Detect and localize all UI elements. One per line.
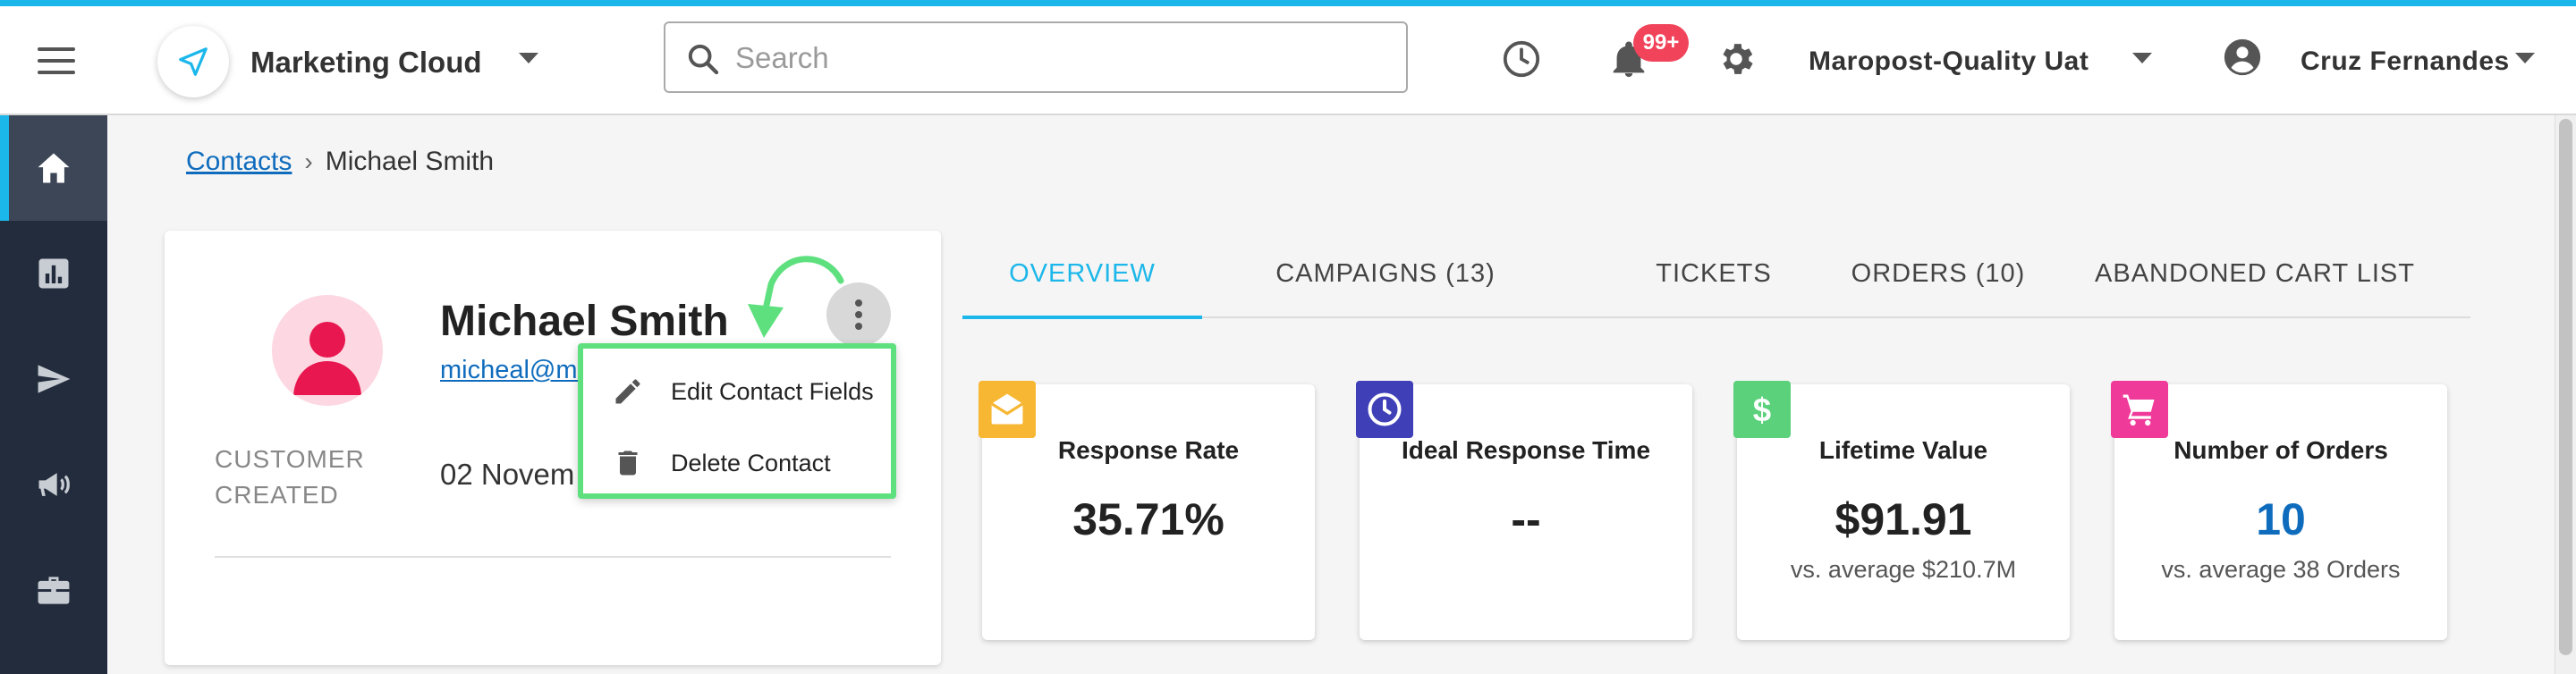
chevron-right-icon: ›: [304, 147, 313, 175]
user-menu[interactable]: Cruz Fernandes: [2301, 46, 2510, 77]
metric-card-ideal-response-time: Ideal Response Time --: [1356, 381, 1692, 640]
metric-title: Number of Orders: [2174, 436, 2388, 464]
breadcrumb-contacts-link[interactable]: Contacts: [186, 147, 292, 177]
bar-chart-icon: [38, 258, 69, 289]
page-scrollbar[interactable]: [2555, 115, 2576, 674]
search-icon: [688, 44, 719, 75]
metric-card-lifetime-value: $ Lifetime Value $91.91 vs. average $210…: [1733, 381, 2070, 640]
scroll-thumb[interactable]: [2559, 119, 2572, 655]
metric-value: $91.91: [1835, 494, 1972, 544]
divider: [215, 556, 891, 558]
pencil-icon: [615, 379, 640, 404]
contact-name: Michael Smith: [440, 298, 729, 345]
avatar: [272, 295, 383, 406]
breadcrumb-current: Michael Smith: [325, 147, 495, 176]
clock-icon: [1356, 381, 1413, 438]
contact-actions-menu: Edit Contact Fields Delete Contact: [578, 343, 896, 499]
metric-title: Lifetime Value: [1818, 436, 1988, 464]
app-switcher-chevron-down-icon[interactable]: [519, 53, 538, 63]
menu-item-label: Delete Contact: [671, 449, 831, 476]
metric-card-number-of-orders: Number of Orders 10 vs. average 38 Order…: [2111, 381, 2447, 640]
sidebar-item-tools[interactable]: [0, 537, 107, 643]
org-chevron-down-icon[interactable]: [2132, 53, 2152, 63]
customer-created-value: 02 Novem: [440, 458, 575, 491]
megaphone-icon: [38, 473, 70, 496]
search-input[interactable]: [735, 38, 1379, 79]
sidebar-item-campaigns[interactable]: [0, 326, 107, 432]
label-line-2: CREATED: [215, 481, 339, 509]
menu-item-delete-contact[interactable]: Delete Contact: [583, 427, 891, 499]
person-icon: [293, 322, 361, 395]
metric-value-link[interactable]: 10: [2114, 493, 2447, 545]
contact-tabs: OVERVIEW CAMPAIGNS (13) TICKETS ORDERS (…: [962, 231, 2470, 319]
metric-value: --: [1511, 494, 1541, 544]
metric-title: Response Rate: [1057, 436, 1240, 464]
send-icon: [38, 365, 71, 393]
search-box[interactable]: [664, 21, 1408, 93]
svg-text:$: $: [1753, 392, 1771, 428]
home-icon: [38, 153, 70, 183]
tab-abandoned-cart-list[interactable]: ABANDONED CART LIST: [2054, 231, 2456, 316]
contact-email-link[interactable]: micheal@ma: [440, 356, 592, 385]
trash-icon: [618, 451, 638, 476]
metric-value: 35.71%: [1072, 494, 1224, 544]
top-bar: Marketing Cloud 99+ Maropost-Quality Uat…: [0, 6, 2576, 115]
breadcrumb: Contacts › Michael Smith: [186, 147, 494, 177]
briefcase-icon: [38, 577, 70, 604]
label-line-1: CUSTOMER: [215, 445, 365, 473]
dollar-icon: $: [1733, 381, 1791, 438]
customer-created-label: CUSTOMER CREATED: [215, 442, 365, 513]
app-title[interactable]: Marketing Cloud: [250, 46, 482, 80]
notification-badge: 99+: [1633, 24, 1689, 62]
account-circle-icon[interactable]: [2222, 37, 2263, 78]
sidebar: [0, 115, 107, 674]
sidebar-item-home[interactable]: [0, 115, 107, 221]
sidebar-item-reports[interactable]: [0, 221, 107, 326]
cart-icon: [2111, 381, 2168, 438]
org-switcher[interactable]: Maropost-Quality Uat: [1809, 46, 2089, 77]
menu-item-edit-contact-fields[interactable]: Edit Contact Fields: [583, 356, 891, 427]
curved-arrow-icon: [748, 256, 844, 338]
top-accent-line: [0, 0, 2576, 6]
navigation-arrow-icon: [179, 47, 208, 76]
tab-overview[interactable]: OVERVIEW: [962, 231, 1202, 319]
metric-title: Ideal Response Time: [1401, 436, 1651, 464]
metric-card-response-rate: Response Rate 35.71%: [979, 381, 1315, 640]
metric-subtext: vs. average $210.7M: [1790, 556, 2017, 583]
user-chevron-down-icon[interactable]: [2515, 53, 2535, 63]
envelope-open-icon: [979, 381, 1036, 438]
gear-icon[interactable]: [1716, 38, 1757, 80]
menu-icon[interactable]: [38, 47, 75, 74]
menu-item-label: Edit Contact Fields: [671, 377, 874, 405]
sidebar-item-announcements[interactable]: [0, 432, 107, 537]
tab-campaigns[interactable]: CAMPAIGNS (13): [1222, 231, 1549, 316]
history-clock-icon[interactable]: [1501, 38, 1542, 80]
app-logo[interactable]: [157, 26, 229, 97]
metric-subtext: vs. average 38 Orders: [2161, 556, 2401, 583]
